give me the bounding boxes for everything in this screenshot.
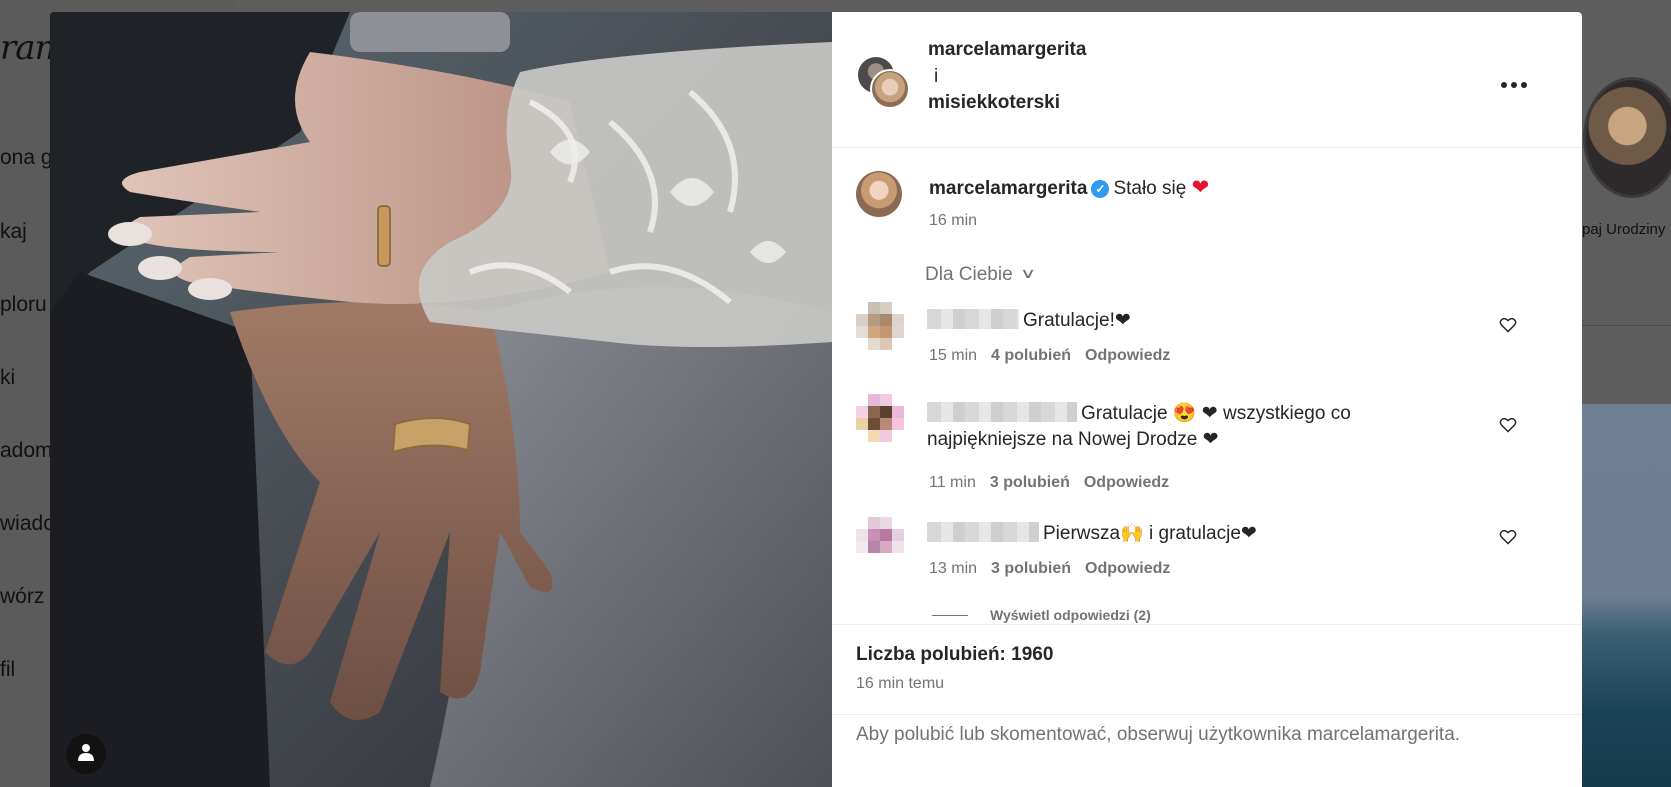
comment-body: Pierwsza🙌 i gratulacje❤	[1043, 523, 1257, 544]
caption: marcelamargerita ✓ Stało się ❤	[929, 175, 1209, 200]
tagged-user-button[interactable]	[66, 734, 106, 774]
blurred-username[interactable]	[927, 309, 1019, 329]
collab-conjunction: i	[934, 66, 939, 87]
caption-text: Stało się	[1113, 178, 1187, 199]
comment-meta: 13 min 3 polubień Odpowiedz	[929, 560, 1184, 578]
comment-likes-link[interactable]: 3 polubień	[990, 474, 1070, 491]
chevron-down-icon: ∨	[1019, 265, 1036, 281]
comment-likes-link[interactable]: 4 polubień	[991, 347, 1071, 364]
caption-username-link[interactable]: marcelamargerita	[929, 178, 1087, 199]
nav-item-fragment: kaj	[0, 220, 27, 243]
post-timestamp[interactable]: 16 min temu	[856, 675, 944, 693]
background-story-avatar	[1583, 77, 1671, 198]
comment-meta: 15 min 4 polubień Odpowiedz	[929, 347, 1184, 365]
comment-time[interactable]: 15 min	[929, 347, 977, 364]
nav-item-fragment: ploru	[0, 293, 47, 316]
heart-outline-icon	[1499, 317, 1517, 333]
divider	[832, 624, 1582, 625]
reply-button[interactable]: Odpowiedz	[1084, 474, 1169, 491]
comment-avatar[interactable]	[856, 302, 904, 358]
view-replies-label: Wyświetl odpowiedzi (2)	[990, 607, 1151, 623]
comment-text: Gratulacje 😍 ❤ wszystkiego co najpięknie…	[927, 401, 1467, 453]
verified-badge-icon: ✓	[1091, 180, 1110, 198]
comment-filter-label: Dla Ciebie	[925, 264, 1013, 285]
heart-outline-icon	[1499, 529, 1517, 545]
caption-timestamp[interactable]: 16 min	[929, 212, 977, 230]
comment-likes-link[interactable]: 3 polubień	[991, 560, 1071, 577]
background-post-photo	[1582, 404, 1671, 787]
user-icon	[78, 744, 94, 761]
comment-time[interactable]: 11 min	[929, 474, 976, 491]
likes-count[interactable]: Liczba polubień: 1960	[856, 644, 1053, 666]
comment-avatar[interactable]	[856, 394, 904, 450]
nav-item-fragment: wiado	[0, 512, 55, 535]
comment-avatar[interactable]	[856, 517, 904, 573]
comment-body: Gratulacje!❤	[1023, 310, 1131, 331]
comment-meta: 11 min 3 polubień Odpowiedz	[929, 474, 1183, 492]
collab-avatars[interactable]	[856, 55, 910, 109]
nav-item-fragment: adom	[0, 439, 53, 462]
comment-filter-dropdown[interactable]: Dla Ciebie ∨	[925, 264, 1036, 286]
post-modal: marcelamargerita i misiekkoterski marcel…	[50, 12, 1582, 787]
nav-item-fragment: fil	[0, 658, 16, 681]
nav-item-fragment: ki	[0, 366, 16, 389]
comment-text: Gratulacje!❤	[927, 308, 1131, 334]
post-header: marcelamargerita i misiekkoterski	[832, 12, 1582, 148]
comment-like-button[interactable]	[1497, 317, 1519, 339]
collaborator-username-link[interactable]: misiekkoterski	[928, 92, 1060, 114]
blurred-username[interactable]	[927, 522, 1039, 542]
post-side-panel: marcelamargerita i misiekkoterski marcel…	[832, 12, 1582, 787]
wedding-rings-photo	[50, 12, 832, 787]
heart-emoji: ❤	[1191, 176, 1210, 199]
comment-like-button[interactable]	[1497, 529, 1519, 551]
replies-divider	[932, 615, 968, 616]
post-media	[50, 12, 832, 787]
author-username-link[interactable]: marcelamargerita	[928, 39, 1086, 61]
reply-button[interactable]: Odpowiedz	[1085, 347, 1170, 364]
background-top-strip	[235, 0, 1671, 12]
nav-item-fragment: ona g	[0, 146, 53, 169]
avatar	[870, 69, 910, 109]
more-horizontal-icon	[1501, 82, 1527, 88]
divider	[832, 714, 1582, 715]
follow-to-comment-note: Aby polubić lub skomentować, obserwuj uż…	[856, 724, 1461, 745]
background-story-label: paj Urodziny	[1582, 221, 1666, 238]
heart-outline-icon	[1499, 417, 1517, 433]
background-divider	[1582, 325, 1671, 326]
comment-time[interactable]: 13 min	[929, 560, 977, 577]
reply-button[interactable]: Odpowiedz	[1085, 560, 1170, 577]
more-options-button[interactable]	[1500, 78, 1528, 94]
caption-avatar[interactable]	[856, 171, 902, 217]
view-replies-button[interactable]: Wyświetl odpowiedzi (2)	[932, 607, 1151, 623]
nav-item-fragment: wórz	[0, 585, 45, 608]
comment-text: Pierwsza🙌 i gratulacje❤	[927, 521, 1257, 547]
blurred-username[interactable]	[927, 402, 1077, 422]
comment-like-button[interactable]	[1497, 417, 1519, 439]
